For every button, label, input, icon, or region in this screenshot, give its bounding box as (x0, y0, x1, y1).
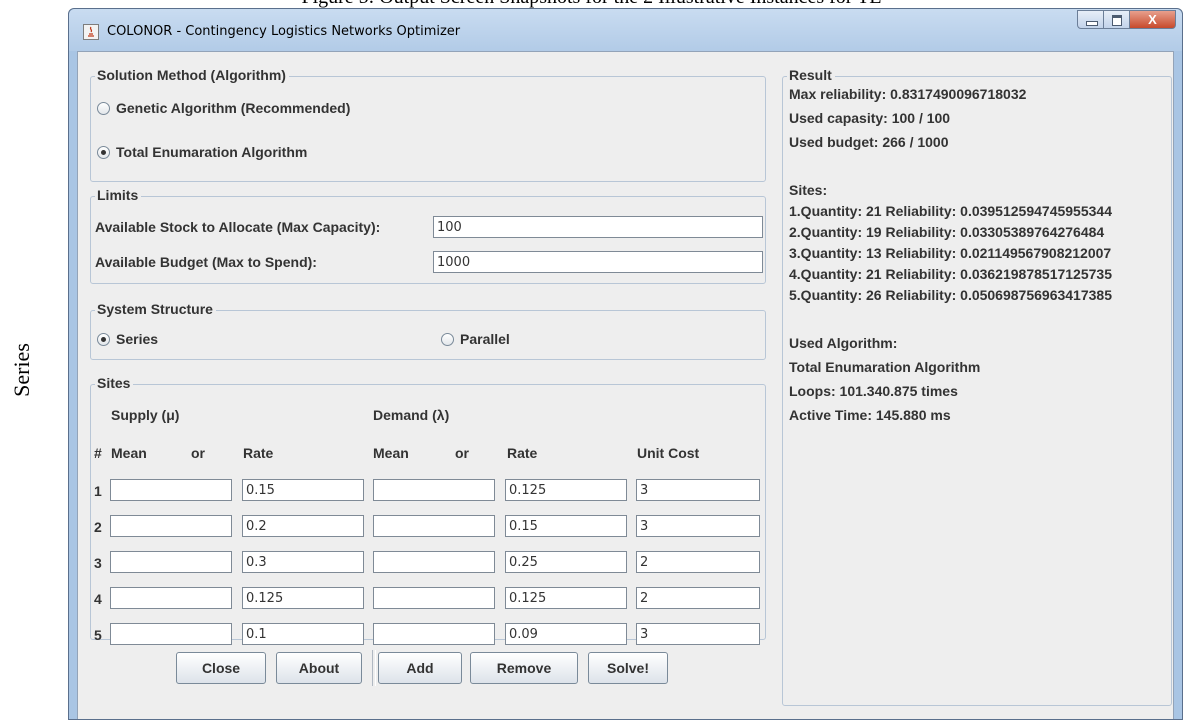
side-label-text: Series (9, 343, 34, 397)
demand-mean-field[interactable] (373, 587, 495, 609)
system-structure-legend: System Structure (95, 301, 216, 317)
supply-rate-field[interactable]: 0.3 (242, 551, 364, 573)
supply-mean-field[interactable] (110, 623, 232, 645)
maximize-button[interactable] (1104, 10, 1130, 29)
sites-legend: Sites (95, 375, 134, 391)
close-window-button[interactable]: X (1130, 10, 1176, 29)
unit-cost-field[interactable]: 3 (636, 515, 760, 537)
limits-legend: Limits (95, 187, 142, 203)
result-used-algorithm-heading: Used Algorithm: (789, 335, 898, 351)
radio-selected-icon (97, 332, 110, 346)
side-label: Series (9, 330, 34, 410)
col-header-demand-or: or (455, 445, 469, 461)
col-header-supply-or: or (191, 445, 205, 461)
capacity-label: Available Stock to Allocate (Max Capacit… (95, 219, 381, 235)
budget-label: Available Budget (Max to Spend): (95, 254, 317, 270)
demand-rate-field[interactable]: 0.09 (505, 623, 627, 645)
client-area: Solution Method (Algorithm) Genetic Algo… (77, 51, 1174, 719)
supply-mean-field[interactable] (110, 479, 232, 501)
col-header-unit-cost: Unit Cost (637, 445, 700, 461)
button-separator (372, 650, 376, 686)
radio-selected-icon (97, 145, 110, 159)
solve-button[interactable]: Solve! (588, 652, 668, 684)
title-bar[interactable]: COLONOR - Contingency Logistics Networks… (69, 9, 1182, 51)
unit-cost-field[interactable]: 2 (636, 551, 760, 573)
window-title: COLONOR - Contingency Logistics Networks… (107, 24, 461, 39)
radio-total-enumeration[interactable]: Total Enumaration Algorithm (97, 144, 307, 160)
result-max-reliability: Max reliability: 0.8317490096718032 (789, 86, 1027, 102)
site-row-number: 5 (94, 627, 102, 643)
close-button[interactable]: Close (176, 652, 266, 684)
radio-parallel[interactable]: Parallel (441, 331, 510, 347)
result-legend: Result (787, 67, 835, 83)
result-site-line: 3.Quantity: 13 Reliability: 0.0211495679… (789, 245, 1112, 261)
demand-mean-field[interactable] (373, 479, 495, 501)
site-row-number: 1 (94, 483, 102, 499)
demand-rate-field[interactable]: 0.125 (505, 479, 627, 501)
app-window: COLONOR - Contingency Logistics Networks… (68, 8, 1183, 720)
radio-genetic-algorithm[interactable]: Genetic Algorithm (Recommended) (97, 100, 350, 116)
radio-genetic-label: Genetic Algorithm (Recommended) (116, 100, 351, 116)
budget-field[interactable]: 1000 (433, 251, 763, 273)
about-button[interactable]: About (276, 652, 362, 684)
capacity-field[interactable]: 100 (433, 216, 763, 238)
supply-rate-field[interactable]: 0.15 (242, 479, 364, 501)
java-app-icon[interactable] (83, 24, 99, 40)
col-header-supply-rate: Rate (243, 445, 274, 461)
radio-total-enumeration-label: Total Enumaration Algorithm (116, 144, 308, 160)
col-header-demand-rate: Rate (507, 445, 538, 461)
result-loops: Loops: 101.340.875 times (789, 383, 958, 399)
col-header-hash: # (94, 445, 102, 461)
result-site-line: 4.Quantity: 21 Reliability: 0.0362198785… (789, 266, 1112, 282)
radio-series[interactable]: Series (97, 331, 158, 347)
supply-mean-field[interactable] (110, 587, 232, 609)
demand-mean-field[interactable] (373, 515, 495, 537)
result-algorithm-name: Total Enumaration Algorithm (789, 359, 981, 375)
supply-rate-field[interactable]: 0.1 (242, 623, 364, 645)
radio-parallel-label: Parallel (460, 331, 510, 347)
minimize-button[interactable] (1077, 10, 1104, 29)
sites-group: Sites Supply (μ) Demand (λ) # Mean or Ra… (90, 375, 766, 645)
result-active-time: Active Time: 145.880 ms (789, 407, 951, 423)
unit-cost-field[interactable]: 3 (636, 623, 760, 645)
supply-mean-field[interactable] (110, 551, 232, 573)
result-sites-heading: Sites: (789, 182, 828, 198)
result-site-line: 5.Quantity: 26 Reliability: 0.0506987569… (789, 287, 1112, 303)
solution-method-legend: Solution Method (Algorithm) (95, 67, 289, 83)
site-row-number: 4 (94, 591, 102, 607)
demand-header: Demand (λ) (373, 407, 450, 423)
supply-header: Supply (μ) (111, 407, 180, 423)
demand-mean-field[interactable] (373, 623, 495, 645)
col-header-supply-mean: Mean (111, 445, 147, 461)
remove-button[interactable]: Remove (470, 652, 578, 684)
demand-rate-field[interactable]: 0.25 (505, 551, 627, 573)
demand-rate-field[interactable]: 0.125 (505, 587, 627, 609)
unit-cost-field[interactable]: 2 (636, 587, 760, 609)
radio-unselected-icon (441, 332, 454, 346)
demand-mean-field[interactable] (373, 551, 495, 573)
site-row-number: 3 (94, 555, 102, 571)
supply-rate-field[interactable]: 0.125 (242, 587, 364, 609)
unit-cost-field[interactable]: 3 (636, 479, 760, 501)
supply-mean-field[interactable] (110, 515, 232, 537)
radio-unselected-icon (97, 101, 110, 115)
demand-rate-field[interactable]: 0.15 (505, 515, 627, 537)
site-row-number: 2 (94, 519, 102, 535)
result-used-capacity: Used capasity: 100 / 100 (789, 110, 951, 126)
system-structure-group: System Structure Series Parallel (90, 301, 766, 360)
supply-rate-field[interactable]: 0.2 (242, 515, 364, 537)
result-used-budget: Used budget: 266 / 1000 (789, 134, 949, 150)
add-button[interactable]: Add (378, 652, 462, 684)
radio-series-label: Series (116, 331, 159, 347)
result-site-line: 2.Quantity: 19 Reliability: 0.0330538976… (789, 224, 1105, 240)
limits-group: Limits Available Stock to Allocate (Max … (90, 187, 766, 284)
window-controls: X (1077, 10, 1176, 30)
result-site-line: 1.Quantity: 21 Reliability: 0.0395125947… (789, 203, 1112, 219)
result-group: Result Max reliability: 0.83174900967180… (782, 67, 1172, 706)
solution-method-group: Solution Method (Algorithm) Genetic Algo… (90, 67, 766, 182)
col-header-demand-mean: Mean (373, 445, 409, 461)
